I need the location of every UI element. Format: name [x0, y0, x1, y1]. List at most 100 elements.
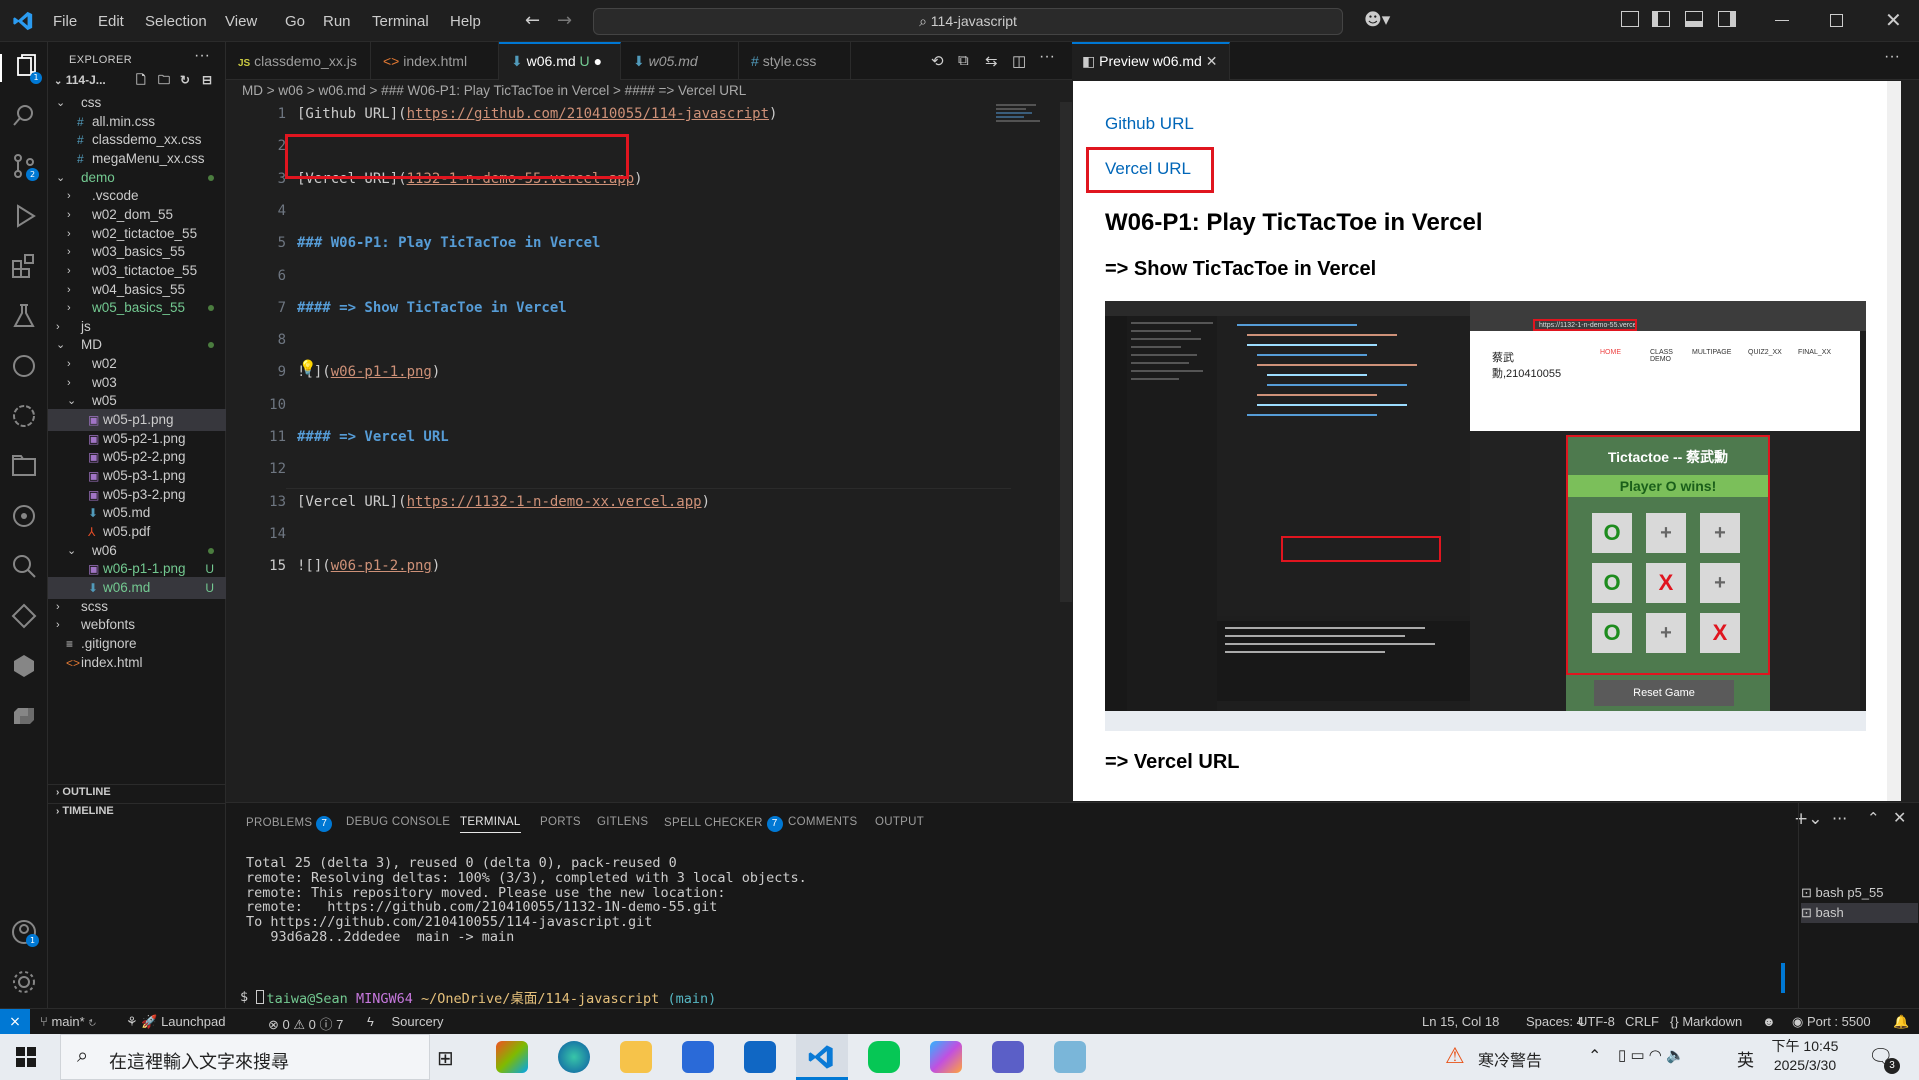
problems-indicator[interactable]: ⊗ 0 ⚠ 0 ⓘ 7: [268, 1014, 343, 1033]
testing-icon[interactable]: [10, 302, 38, 330]
menu-edit[interactable]: Edit: [98, 13, 124, 30]
timeline-history-icon[interactable]: ⟲: [931, 52, 944, 70]
copilot-status-icon[interactable]: ☻: [1762, 1014, 1776, 1029]
close-tab-icon[interactable]: ✕: [1206, 53, 1218, 69]
minimize-icon[interactable]: [1775, 20, 1789, 21]
tab-spell-checker[interactable]: SPELL CHECKER 7: [664, 816, 783, 832]
copilot-app-icon[interactable]: [496, 1041, 528, 1073]
vscode-taskbar-button[interactable]: [796, 1034, 848, 1080]
refresh-icon[interactable]: ↻: [180, 69, 190, 91]
workspace-root[interactable]: ⌄ 114-J... 🗋 🗀 ↻ ⊟: [54, 69, 226, 91]
menu-selection[interactable]: Selection: [145, 13, 207, 30]
code-editor[interactable]: 1 [Github URL](https://github.com/2104100…: [226, 102, 1072, 802]
tab-debug-console[interactable]: DEBUG CONSOLE: [346, 816, 450, 828]
more-actions-icon[interactable]: ···: [1039, 48, 1055, 66]
split-editor-icon[interactable]: ◫: [1012, 52, 1026, 70]
tab-classdemo-js[interactable]: JS classdemo_xx.js: [226, 42, 371, 80]
tab-w05-md[interactable]: ⬇ w05.md: [621, 42, 739, 80]
python-icon[interactable]: [10, 702, 38, 730]
explorer-icon[interactable]: 1: [0, 54, 48, 84]
task-view-icon[interactable]: ⊞: [437, 1046, 454, 1071]
tab-preview-w06[interactable]: ◧ Preview w06.md ✕: [1072, 42, 1230, 80]
tab-comments[interactable]: COMMENTS: [788, 816, 857, 828]
sourcery-indicator[interactable]: ϟ Sourcery: [367, 1014, 444, 1029]
more-actions-icon[interactable]: ···: [1884, 48, 1900, 66]
restore-icon[interactable]: [1830, 14, 1843, 27]
preview-scrollbar[interactable]: [1887, 81, 1901, 801]
github-url-link[interactable]: Github URL: [1105, 114, 1194, 134]
tab-index-html[interactable]: <> index.html: [371, 42, 499, 80]
extensions-icon[interactable]: [10, 252, 38, 280]
tray-icons[interactable]: ▯ ▭ ◠ 🔈: [1618, 1046, 1685, 1064]
indentation[interactable]: Spaces: 4: [1526, 1014, 1584, 1029]
clock[interactable]: 下午 10:45 2025/3/30: [1770, 1037, 1840, 1075]
new-folder-icon[interactable]: 🗀: [158, 69, 170, 91]
tab-ports[interactable]: PORTS: [540, 816, 581, 828]
back-arrow-icon[interactable]: ←: [525, 10, 540, 31]
source-control-icon[interactable]: 2: [10, 152, 39, 181]
weather-warning-icon[interactable]: ⚠: [1445, 1043, 1465, 1069]
tab-output[interactable]: OUTPUT: [875, 816, 924, 828]
gitlens-icon[interactable]: [10, 502, 38, 530]
terminal-item-bash[interactable]: ⊡ bash: [1801, 903, 1918, 923]
search-icon[interactable]: [10, 102, 38, 130]
timeline-section[interactable]: › TIMELINE: [56, 805, 114, 817]
editor-scrollbar[interactable]: [1060, 102, 1072, 602]
menu-run[interactable]: Run: [323, 13, 351, 30]
tab-terminal[interactable]: TERMINAL: [460, 816, 521, 833]
weather-text[interactable]: 寒冷警告: [1478, 1047, 1542, 1071]
tab-style-css[interactable]: # style.css: [739, 42, 851, 80]
collapse-all-icon[interactable]: ⊟: [202, 69, 212, 91]
layout-customize-icon[interactable]: [1621, 11, 1639, 27]
breadcrumb[interactable]: MD > w06 > w06.md > ### W06-P1: Play Tic…: [242, 83, 746, 98]
windows-start-icon[interactable]: [16, 1047, 36, 1067]
file-explorer-icon[interactable]: [620, 1041, 652, 1073]
menu-help[interactable]: Help: [450, 13, 481, 30]
edge-browser-icon[interactable]: [558, 1041, 590, 1073]
teams-icon[interactable]: [992, 1041, 1024, 1073]
command-center-search[interactable]: ⌕ 114-javascript: [593, 8, 1343, 35]
lightbulb-icon[interactable]: 💡: [299, 360, 316, 376]
more-actions-icon[interactable]: ···: [194, 47, 210, 65]
toggle-panel-icon[interactable]: [1685, 11, 1703, 27]
close-window-icon[interactable]: ✕: [1885, 8, 1902, 32]
tab-w06-md[interactable]: ⬇ w06.md U ●: [499, 42, 621, 80]
m365-icon[interactable]: [930, 1041, 962, 1073]
terminal-item-bash-p5[interactable]: ⊡ bash p5_55: [1801, 883, 1918, 903]
code-line[interactable]: #### => Show TicTacToe in Vercel: [297, 300, 567, 316]
language-mode[interactable]: {} Markdown: [1670, 1014, 1742, 1029]
ime-indicator[interactable]: 英: [1737, 1046, 1754, 1071]
menu-view[interactable]: View: [225, 13, 257, 30]
notifications-bell-icon[interactable]: 🔔: [1893, 1014, 1909, 1030]
settings-gear-icon[interactable]: [10, 968, 38, 996]
gitlens-inspect-icon[interactable]: [10, 552, 38, 580]
taskbar-search-box[interactable]: ⌕ 在這裡輸入文字來搜尋: [60, 1034, 430, 1080]
branch-indicator[interactable]: ⑂ main* ↻: [40, 1014, 96, 1029]
run-debug-icon[interactable]: [10, 202, 38, 230]
live-server-port[interactable]: ◉ Port : 5500: [1792, 1014, 1871, 1030]
hexagon-extension-icon[interactable]: [10, 652, 38, 680]
tab-problems[interactable]: PROBLEMS 7: [246, 816, 333, 832]
code-line[interactable]: [Github URL](https://github.com/21041005…: [297, 106, 777, 122]
tab-gitlens[interactable]: GITLENS: [597, 816, 648, 828]
forward-arrow-icon[interactable]: →: [557, 10, 572, 31]
outline-section[interactable]: › OUTLINE: [56, 786, 111, 798]
code-line[interactable]: [Vercel URL](https://1132-1-n-demo-xx.ve…: [297, 494, 710, 510]
open-preview-icon[interactable]: ⧉: [958, 52, 969, 69]
outlook-icon[interactable]: [744, 1041, 776, 1073]
show-hidden-icons-icon[interactable]: ⌃: [1588, 1046, 1601, 1066]
line-ending[interactable]: CRLF: [1625, 1014, 1659, 1029]
microsoft-store-icon[interactable]: [682, 1041, 714, 1073]
terminal-input-line[interactable]: $: [240, 989, 265, 1005]
code-line[interactable]: ![](w06-p1-2.png): [297, 558, 440, 574]
line-app-icon[interactable]: [868, 1041, 900, 1073]
code-line[interactable]: ![](w06-p1-1.png): [297, 364, 440, 380]
copilot-icon[interactable]: ☻▾: [1364, 10, 1390, 30]
code-line[interactable]: ### W06-P1: Play TicTacToe in Vercel: [297, 235, 600, 251]
chatgpt-icon[interactable]: [10, 402, 38, 430]
encoding[interactable]: UTF-8: [1578, 1014, 1615, 1029]
launchpad-indicator[interactable]: ⚘ 🚀 Launchpad: [126, 1014, 225, 1030]
compare-changes-icon[interactable]: ⇆: [985, 52, 998, 70]
remote-explorer-icon[interactable]: [10, 602, 38, 630]
edge-devtools-icon[interactable]: [10, 352, 38, 380]
